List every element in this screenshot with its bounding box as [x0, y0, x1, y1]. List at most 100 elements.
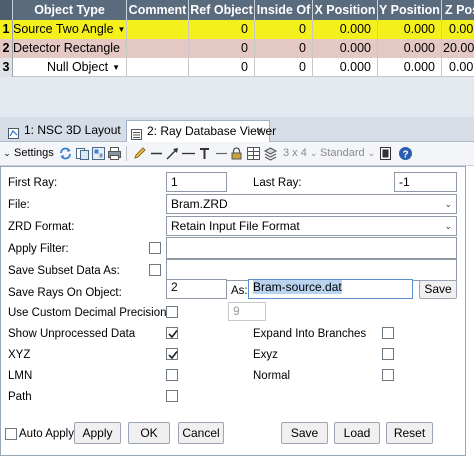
standard-dropdown[interactable]: Standard ⌄: [320, 145, 376, 162]
exyz-label: Exyz: [253, 349, 278, 361]
z-position-cell[interactable]: 0.00: [442, 20, 474, 39]
save-button[interactable]: Save: [281, 422, 328, 444]
apply-filter-input[interactable]: [166, 237, 457, 259]
apply-filter-checkbox[interactable]: [149, 242, 161, 254]
reset-button[interactable]: Reset: [386, 422, 433, 444]
precision-input[interactable]: 9: [228, 302, 266, 321]
inside-of-cell[interactable]: 0: [255, 39, 313, 58]
save-subset-checkbox[interactable]: [149, 264, 161, 276]
copy-icon[interactable]: [75, 146, 90, 161]
tab-ray-database-viewer[interactable]: 2: Ray Database Viewer ✕: [126, 120, 276, 142]
comment-cell[interactable]: [127, 58, 189, 77]
grid-size-dropdown[interactable]: 3 x 4 ⌄: [283, 145, 323, 162]
column-header-y-position[interactable]: Y Position: [378, 0, 442, 20]
last-ray-input[interactable]: -1: [394, 172, 457, 192]
background-edge: [466, 166, 474, 456]
help-icon[interactable]: ?: [398, 146, 413, 161]
x-position-cell[interactable]: 0.000: [313, 39, 378, 58]
custom-precision-checkbox[interactable]: [166, 306, 178, 318]
column-header-ref-object[interactable]: Ref Object: [189, 0, 255, 20]
pencil-icon[interactable]: [132, 146, 147, 161]
comment-cell[interactable]: [127, 20, 189, 39]
first-ray-input[interactable]: 1: [166, 172, 227, 192]
first-ray-label: First Ray:: [8, 177, 58, 189]
ref-object-cell[interactable]: 0: [189, 39, 255, 58]
dropdown-arrow-icon[interactable]: ▼: [112, 63, 120, 72]
file-select[interactable]: Bram.ZRD ⌄: [166, 194, 457, 214]
object-type-value: Null Object: [46, 60, 109, 74]
object-type-value: Source Two Angle: [13, 22, 114, 36]
ref-object-cell[interactable]: 0: [189, 20, 255, 39]
y-position-cell[interactable]: 0.000: [378, 58, 442, 77]
export-icon[interactable]: [91, 146, 106, 161]
x-position-cell[interactable]: 0.000: [313, 20, 378, 39]
row-number-header: [0, 0, 13, 20]
close-icon[interactable]: ✕: [256, 121, 264, 142]
column-header-comment[interactable]: Comment: [127, 0, 189, 20]
auto-apply-label: Auto Apply: [19, 428, 74, 440]
text-tool-icon[interactable]: [197, 146, 212, 161]
apply-button[interactable]: Apply: [74, 422, 121, 444]
refresh-icon[interactable]: [58, 146, 73, 161]
table-row[interactable]: 1 Source Two Angle ▼ 0 0 0.000 0.000 0.00: [0, 20, 474, 39]
settings-toggle[interactable]: ⌄ Settings: [2, 145, 54, 162]
y-position-cell[interactable]: 0.000: [378, 39, 442, 58]
toolbar-separator: [126, 146, 127, 161]
window-icon[interactable]: [378, 146, 393, 161]
chevron-down-icon: ⌄: [3, 148, 11, 158]
object-type-cell[interactable]: Source Two Angle ▼: [13, 20, 127, 39]
cancel-button[interactable]: Cancel: [178, 422, 224, 444]
column-header-x-position[interactable]: X Position: [313, 0, 378, 20]
y-position-cell[interactable]: 0.000: [378, 20, 442, 39]
tab-nsc-3d-layout[interactable]: 1: NSC 3D Layout: [4, 120, 122, 141]
path-checkbox[interactable]: [166, 390, 178, 402]
line-tool-icon[interactable]: [149, 146, 164, 161]
lock-icon[interactable]: [229, 146, 244, 161]
column-header-object-type[interactable]: Object Type: [13, 0, 127, 20]
grid-size-label: 3 x 4: [283, 147, 307, 159]
inside-of-cell[interactable]: 0: [255, 58, 313, 77]
tab-label: 1: NSC 3D Layout: [24, 123, 121, 137]
dropdown-arrow-icon[interactable]: ▼: [118, 25, 126, 34]
normal-checkbox[interactable]: [382, 369, 394, 381]
x-position-cell[interactable]: 0.000: [313, 58, 378, 77]
file-select-value: Bram.ZRD: [171, 197, 228, 211]
show-unprocessed-checkbox[interactable]: [166, 327, 178, 339]
table-row[interactable]: 2 Detector Rectangle▼ 0 0 0.000 0.000 20…: [0, 39, 474, 58]
column-header-inside-of[interactable]: Inside Of: [255, 0, 313, 20]
expand-branches-checkbox[interactable]: [382, 327, 394, 339]
object-type-cell[interactable]: Null Object ▼: [13, 58, 127, 77]
expand-branches-label: Expand Into Branches: [253, 328, 367, 340]
save-subset-input[interactable]: [166, 259, 457, 281]
object-type-cell[interactable]: Detector Rectangle▼: [13, 39, 127, 58]
xyz-checkbox[interactable]: [166, 348, 178, 360]
load-button[interactable]: Load: [334, 422, 380, 444]
zrd-format-select[interactable]: Retain Input File Format ⌄: [166, 216, 457, 236]
grid-icon[interactable]: [246, 146, 261, 161]
comment-cell[interactable]: [127, 39, 189, 58]
column-header-z-position[interactable]: Z Pos: [442, 0, 474, 20]
chevron-down-icon: ⌄: [367, 148, 376, 158]
save-rays-object-input[interactable]: 2: [166, 279, 227, 299]
ok-button[interactable]: OK: [128, 422, 170, 444]
editor-gap: [0, 77, 474, 117]
ref-object-cell[interactable]: 0: [189, 58, 255, 77]
lmn-checkbox[interactable]: [166, 369, 178, 381]
exyz-checkbox[interactable]: [382, 348, 394, 360]
as-label: As:: [231, 285, 248, 297]
z-position-cell[interactable]: 0.00: [442, 58, 474, 77]
print-icon[interactable]: [107, 146, 122, 161]
auto-apply-checkbox[interactable]: [5, 428, 17, 440]
arrow-tool-icon[interactable]: [165, 146, 180, 161]
save-rays-button[interactable]: Save: [419, 280, 457, 299]
show-unprocessed-label: Show Unprocessed Data: [8, 328, 136, 340]
normal-label: Normal: [253, 370, 291, 382]
table-row[interactable]: 3 Null Object ▼ 0 0 0.000 0.000 0.00: [0, 58, 474, 77]
rectangle-tool-icon[interactable]: [181, 146, 196, 161]
layers-icon[interactable]: [263, 146, 278, 161]
settings-label: Settings: [14, 147, 54, 159]
inside-of-cell[interactable]: 0: [255, 20, 313, 39]
divider-tool-icon[interactable]: [214, 146, 229, 161]
save-rays-filename-input[interactable]: Bram-source.dat: [248, 279, 413, 299]
z-position-cell[interactable]: 20.00: [442, 39, 474, 58]
